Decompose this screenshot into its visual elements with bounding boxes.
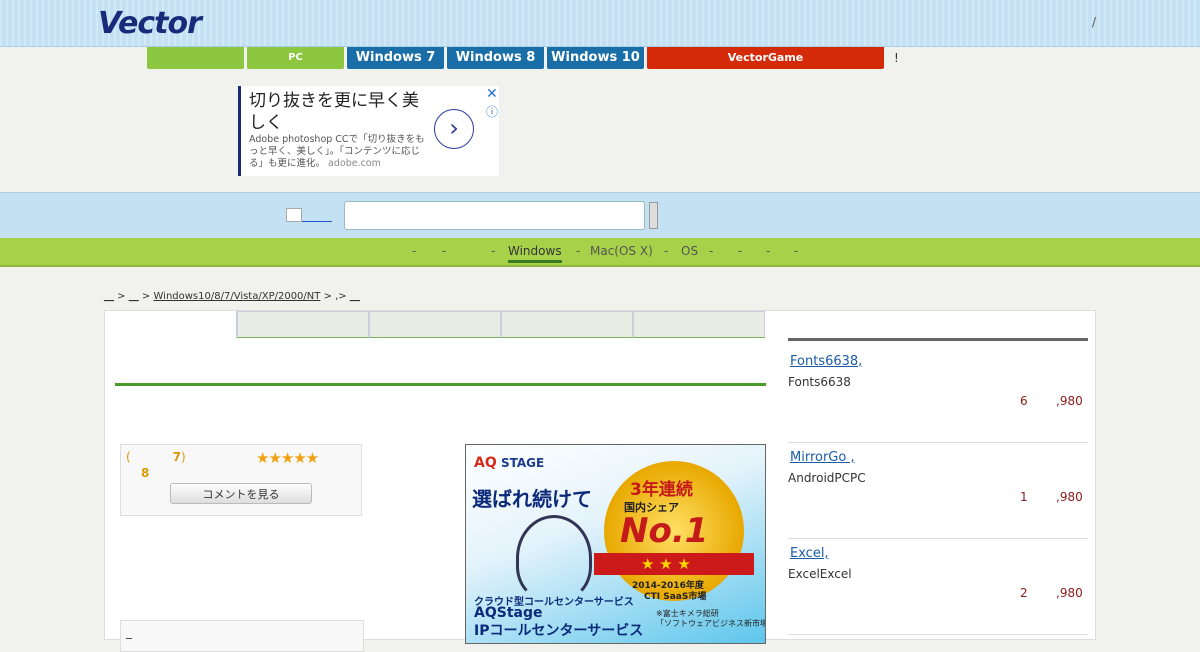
tab-overview[interactable] [105, 311, 237, 339]
sidebar-item: MirrorGo , AndroidPCPC 1 ,980 [788, 442, 1088, 539]
sidebar-item-count: 6 [1020, 394, 1028, 408]
badge-top: 3年連続 [630, 480, 693, 500]
ad-banner[interactable]: 切り抜きを更に早く美しく Adobe photoshop CCで「切り抜きをもっ… [238, 86, 499, 176]
ad-note: ※富士キメラ総研 「ソフトウェアビジネス新市場」 [656, 609, 766, 628]
sidebar-item-price: ,980 [1056, 586, 1083, 600]
paren: ) [181, 450, 186, 464]
category-tail-text: ! [894, 51, 899, 65]
ad-product-name: AQStage [474, 605, 543, 621]
sidebar-item-price: ,980 [1056, 394, 1083, 408]
ad-headline[interactable]: 切り抜きを更に早く美しく [249, 90, 429, 134]
category-tab-home[interactable] [147, 47, 244, 69]
breadcrumb-sep: > [138, 291, 154, 302]
os-nav-sep: - [766, 244, 771, 258]
category-tab-vectorgame[interactable]: VectorGame [647, 47, 884, 69]
category-tab-pc[interactable]: PC [247, 47, 344, 69]
vector-logo[interactable]: Vector [98, 6, 202, 41]
headset-icon [516, 515, 592, 601]
os-nav-sep: - [576, 244, 581, 258]
breadcrumb-sep: > ,> [320, 291, 350, 302]
os-nav-windows[interactable]: Windows [508, 244, 562, 263]
ad-product-name2: IPコールセンターサービス [474, 623, 644, 639]
aqstage-logo-a: AQ [474, 455, 497, 471]
sidebar-item-count: 2 [1020, 586, 1028, 600]
breadcrumb-sep: > [114, 291, 129, 302]
sidebar-item-desc: ExcelExcel [788, 567, 852, 581]
sidebar-item-count: 1 [1020, 490, 1028, 504]
tab-5[interactable] [633, 311, 765, 338]
badge-no1: No.1 [620, 511, 709, 551]
breadcrumb-home[interactable]: __ [104, 291, 114, 302]
tab-2[interactable] [237, 311, 369, 338]
review-count[interactable]: ( 7) [126, 450, 186, 464]
info-icon[interactable]: ⓘ [486, 103, 498, 120]
sidebar-item-title[interactable]: Fonts6638, [790, 354, 862, 369]
info-box-text: _ [126, 625, 132, 639]
search-bar [0, 192, 1200, 238]
os-nav-sep: - [412, 244, 417, 258]
breadcrumb-current[interactable]: __ [350, 291, 360, 302]
chevron-right-icon[interactable]: › [434, 109, 474, 149]
badge-market: CTI SaaS市場 [644, 592, 707, 602]
award-badge: 3年連続 国内シェア No.1 ★ ★ ★ 2014-2016年度 CTI Sa… [594, 461, 754, 602]
info-box: _ [120, 620, 364, 652]
sidebar-rule [788, 338, 1088, 341]
paren: ( [126, 450, 131, 464]
aqstage-logo-b: STAGE [500, 456, 545, 470]
tab-4[interactable] [501, 311, 633, 338]
breadcrumb-category[interactable]: __ [129, 291, 139, 302]
os-nav-sep: - [709, 244, 714, 258]
os-nav-sep: - [491, 244, 496, 258]
os-nav: - - - Windows - Mac(OS X) - OS - - - - [0, 238, 1200, 267]
close-icon[interactable]: ✕ [486, 86, 498, 102]
os-nav-sep: - [664, 244, 669, 258]
search-input[interactable] [344, 201, 645, 230]
category-tab-windows10[interactable]: Windows 10 [547, 47, 644, 69]
rating-box: ( 7) 8 ★★★★★ コメントを見る [120, 444, 362, 516]
section-divider [115, 383, 766, 386]
sidebar-item-title[interactable]: Excel, [790, 546, 829, 561]
search-option-link[interactable] [302, 209, 332, 222]
star-rating-icon: ★★★★★ [256, 449, 319, 467]
os-nav-sep: - [442, 244, 447, 258]
header-right-text: / [1092, 15, 1097, 29]
sidebar-item-desc: Fonts6638 [788, 375, 851, 389]
sidebar-item: Excel, ExcelExcel 2 ,980 [788, 538, 1088, 635]
breadcrumb-windows[interactable]: Windows10/8/7/Vista/XP/2000/NT [154, 291, 321, 302]
chart-icon[interactable] [286, 208, 302, 222]
review-count-value: 7 [172, 450, 182, 464]
search-button[interactable] [649, 202, 658, 229]
sidebar-item-title[interactable]: MirrorGo , [790, 450, 855, 465]
category-tab-windows8[interactable]: Windows 8 [447, 47, 544, 69]
ad-domain: adobe.com [328, 158, 381, 169]
aqstage-ad[interactable]: AQ STAGE 選ばれ続けて 3年連続 国内シェア No.1 ★ ★ ★ 20… [465, 444, 766, 644]
header: Vector / [0, 0, 1200, 47]
category-tab-windows7[interactable]: Windows 7 [347, 47, 444, 69]
aqstage-logo: AQ STAGE [474, 455, 544, 471]
os-nav-mac[interactable]: Mac(OS X) [590, 244, 653, 258]
badge-stars-icon: ★ ★ ★ [641, 555, 691, 573]
sidebar-item-price: ,980 [1056, 490, 1083, 504]
os-nav-sep: - [794, 244, 799, 258]
sidebar-item-desc: AndroidPCPC [788, 471, 866, 485]
ad-body: Adobe photoshop CCで「切り抜きをもっと早く、美しく」。「コンテ… [249, 134, 429, 170]
os-nav-sep: - [738, 244, 743, 258]
tab-3[interactable] [369, 311, 501, 338]
breadcrumb: __ > __ > Windows10/8/7/Vista/XP/2000/NT… [104, 291, 360, 302]
os-nav-os[interactable]: OS [681, 244, 698, 258]
view-comments-button[interactable]: コメントを見る [170, 483, 312, 504]
ad-headline: 選ばれ続けて [472, 487, 592, 511]
sidebar-item: Fonts6638, Fonts6638 6 ,980 [788, 346, 1088, 443]
rating-score: 8 [141, 466, 150, 480]
